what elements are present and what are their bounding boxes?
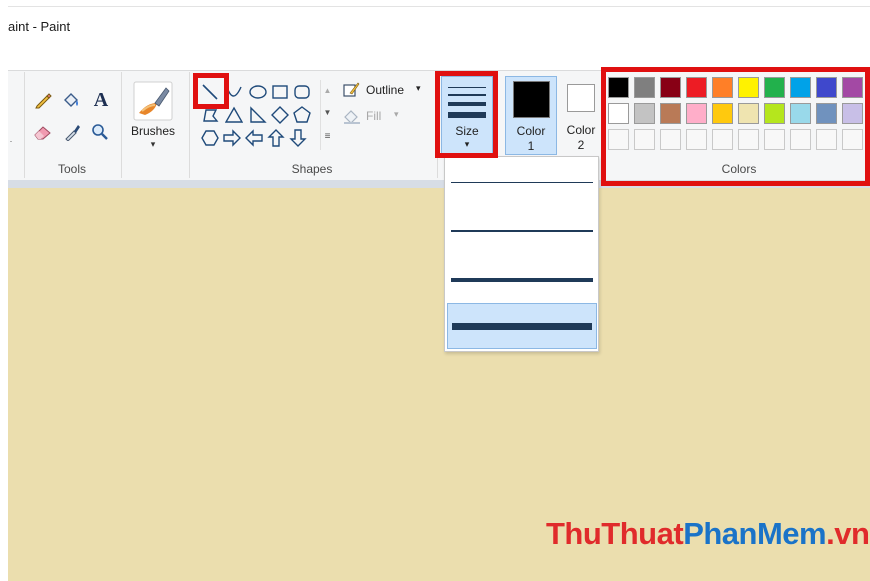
- color-picker-icon[interactable]: [62, 122, 82, 142]
- hexagon-shape-icon[interactable]: [200, 128, 219, 147]
- size-option-2[interactable]: [447, 207, 597, 253]
- expand-gallery-icon[interactable]: ≡: [321, 131, 334, 142]
- highlight-size-button: [435, 71, 498, 158]
- magnifier-icon[interactable]: [90, 122, 110, 142]
- shapes-scrollbar[interactable]: ▲ ▼ ≡: [320, 80, 333, 150]
- brushes-dropdown-arrow[interactable]: ▾: [124, 139, 182, 150]
- window-title: aint - Paint: [8, 19, 71, 34]
- diamond-shape-icon[interactable]: [270, 105, 289, 124]
- fill-button[interactable]: Fill ▾: [342, 106, 432, 126]
- size-option-4[interactable]: [447, 303, 597, 349]
- color2-button[interactable]: Color 2: [558, 76, 604, 155]
- tools-group-label: Tools: [57, 162, 86, 176]
- right-arrow-shape-icon[interactable]: [222, 128, 241, 147]
- color2-swatch: [567, 84, 595, 112]
- group-separator: [24, 72, 25, 178]
- watermark-part1: ThuThuat: [546, 516, 684, 551]
- pencil-icon[interactable]: [33, 90, 53, 110]
- watermark-part3: .vn: [826, 516, 870, 551]
- eraser-icon[interactable]: [33, 122, 53, 142]
- scroll-up-icon[interactable]: ▲: [321, 86, 334, 95]
- text-icon[interactable]: A: [90, 88, 112, 112]
- color1-label-line1: Color: [516, 124, 546, 138]
- outline-button[interactable]: Outline ▾: [342, 80, 432, 100]
- rounded-rectangle-shape-icon[interactable]: [292, 82, 311, 101]
- title-bar: aint - Paint: [8, 6, 870, 70]
- group-separator: [189, 72, 190, 178]
- down-arrow-shape-icon[interactable]: [288, 128, 307, 147]
- highlight-line-tool: [193, 73, 229, 109]
- fill-bucket-icon[interactable]: [60, 89, 82, 111]
- color2-label-line2: 2: [577, 138, 585, 152]
- watermark-part2: PhanMem: [683, 516, 827, 551]
- right-triangle-shape-icon[interactable]: [248, 105, 267, 124]
- brushes-label[interactable]: Brushes: [124, 124, 182, 138]
- scroll-left-icon[interactable]: ·: [8, 134, 14, 148]
- up-arrow-shape-icon[interactable]: [266, 128, 285, 147]
- group-separator: [121, 72, 122, 178]
- color1-swatch: [513, 81, 550, 118]
- left-arrow-shape-icon[interactable]: [244, 128, 263, 147]
- brushes-icon[interactable]: [132, 80, 174, 122]
- outline-icon: [342, 81, 360, 102]
- rectangle-shape-icon[interactable]: [270, 82, 289, 101]
- color1-button[interactable]: Color 1: [505, 76, 557, 155]
- fill-dropdown-arrow: ▾: [394, 109, 399, 119]
- highlight-colors-palette: [601, 67, 870, 186]
- pentagon-shape-icon[interactable]: [292, 105, 311, 124]
- watermark: ThuThuatPhanMem.vn: [546, 516, 870, 552]
- scroll-down-icon[interactable]: ▼: [321, 108, 334, 117]
- size-dropdown-menu: [444, 156, 599, 352]
- outline-dropdown-arrow: ▾: [416, 83, 421, 93]
- size-option-1[interactable]: [447, 159, 597, 205]
- outline-label: Outline: [366, 83, 405, 97]
- color1-label-line2: 1: [527, 139, 535, 153]
- color2-label-line1: Color: [566, 123, 596, 137]
- size-option-3[interactable]: [447, 255, 597, 301]
- fill-icon: [342, 107, 362, 128]
- oval-shape-icon[interactable]: [248, 82, 267, 101]
- shapes-group-label: Shapes: [291, 162, 333, 176]
- fill-label: Fill: [366, 109, 382, 123]
